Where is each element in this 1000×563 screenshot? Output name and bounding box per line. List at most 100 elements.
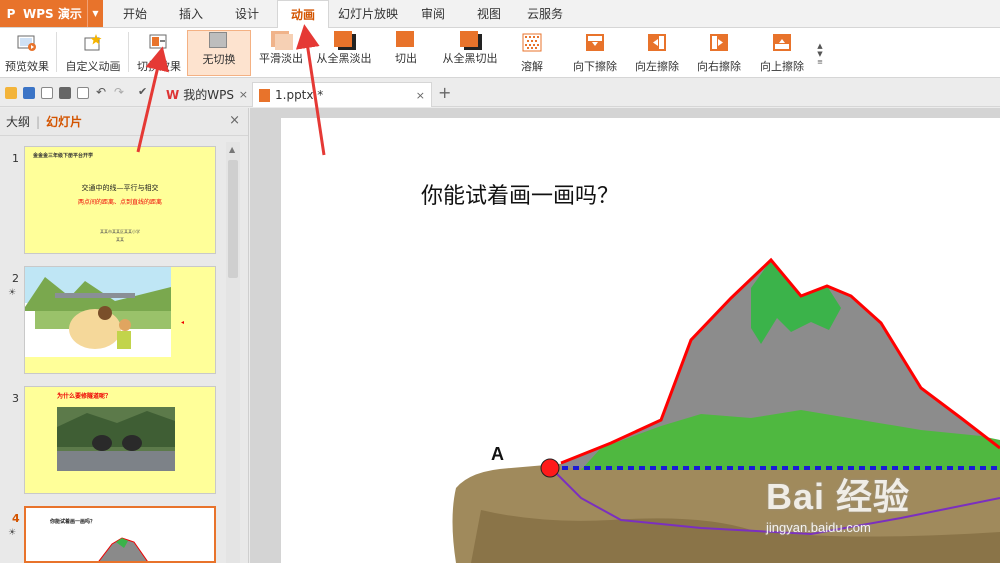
- transition-label: 平滑淡出: [259, 52, 303, 65]
- ribbon-divider: [56, 32, 57, 72]
- scrollbar-thumb[interactable]: [228, 160, 238, 278]
- open-icon[interactable]: [5, 87, 17, 99]
- transition-label: 向下擦除: [573, 60, 617, 73]
- thumb-footer: 某某市某某区某某小学: [100, 229, 140, 234]
- scroll-up-icon[interactable]: ▲: [229, 145, 235, 154]
- wipe-left-icon: [648, 34, 666, 51]
- preview-label: 预览效果: [5, 60, 49, 73]
- more-icon[interactable]: ≡: [817, 58, 823, 66]
- pptx-file-icon: [259, 88, 270, 102]
- new-tab-icon[interactable]: +: [438, 83, 451, 102]
- panel-header: 大纲 | 幻灯片: [0, 108, 248, 136]
- thumb-marker-icon: ◂: [181, 319, 185, 326]
- print-preview-icon[interactable]: [77, 87, 89, 99]
- ribbon-divider: [128, 32, 129, 72]
- transition-cut[interactable]: 切出: [384, 30, 428, 76]
- tab-slides[interactable]: 幻灯片: [46, 113, 82, 130]
- preview-effect-button[interactable]: 预览效果: [2, 30, 52, 76]
- slide-thumbnail-2[interactable]: ◂: [24, 266, 216, 374]
- transition-effect-label: 切换效果: [137, 60, 181, 73]
- wps-logo-icon: P: [6, 6, 16, 21]
- custom-animation-button[interactable]: 自定义动画: [62, 30, 124, 76]
- tab-pptx-label: 1.pptx *: [275, 88, 324, 102]
- transition-wipe-right[interactable]: 向右擦除: [692, 30, 746, 76]
- slide-thumbnail-4[interactable]: 你能试着画一画吗？: [24, 506, 216, 563]
- close-icon[interactable]: ×: [229, 113, 240, 128]
- transition-fade-black[interactable]: 从全黑淡出: [314, 30, 374, 76]
- dissolve-icon: [522, 33, 542, 52]
- thumb-header: 金金金三年级下册平台开学: [33, 153, 94, 159]
- slide-thumbnail-1[interactable]: 金金金三年级下册平台开学 交通中的线—平行与相交 两点间的距离、点到直线的距离 …: [24, 146, 216, 254]
- tab-view[interactable]: 视图: [466, 0, 512, 28]
- redo-icon[interactable]: ↷: [114, 85, 124, 99]
- transition-wipe-up[interactable]: 向上擦除: [754, 30, 810, 76]
- custom-animation-icon: [84, 34, 102, 51]
- baidu-watermark: Bai 经验 jingyan.baidu.com: [766, 468, 910, 535]
- tab-insert[interactable]: 插入: [168, 0, 214, 28]
- thumb-subtitle: 两点间的距离、点到直线的距离: [77, 199, 162, 206]
- tab-design[interactable]: 设计: [224, 0, 270, 28]
- thumb-mountain: [98, 537, 148, 561]
- transition-label: 从全黑淡出: [316, 52, 372, 65]
- cut-transition-icon: [394, 30, 418, 50]
- tab-review[interactable]: 审阅: [410, 0, 456, 28]
- panel-scrollbar[interactable]: ▲: [226, 142, 240, 563]
- print-icon[interactable]: [59, 87, 71, 99]
- transition-label: 向左擦除: [635, 60, 679, 73]
- slide-number: 3: [12, 392, 19, 405]
- tab-slideshow[interactable]: 幻灯片放映: [336, 0, 400, 28]
- transition-effect-button[interactable]: 切换效果: [132, 30, 186, 76]
- slide-thumbnail-3[interactable]: 为什么要修隧道呢？: [24, 386, 216, 494]
- undo-icon[interactable]: ↶: [96, 85, 106, 99]
- transition-label: 从全黑切出: [442, 52, 498, 65]
- export-icon[interactable]: [41, 87, 53, 99]
- thumb-footer: 某某: [116, 237, 124, 242]
- quick-toolbar: ↶ ↷ ✔ W 我的WPS × 1.pptx * × +: [0, 79, 1000, 107]
- point-a-label[interactable]: A: [491, 444, 504, 465]
- transition-effect-icon: [149, 34, 167, 49]
- save-icon[interactable]: [23, 87, 35, 99]
- close-icon[interactable]: ×: [416, 89, 425, 102]
- cut-black-transition-icon: [458, 30, 482, 50]
- transition-cut-black[interactable]: 从全黑切出: [438, 30, 502, 76]
- wipe-right-icon: [710, 34, 728, 51]
- app-name: WPS 演示: [23, 7, 82, 21]
- app-dropdown-icon[interactable]: ▼: [87, 0, 103, 27]
- transition-wipe-down[interactable]: 向下擦除: [568, 30, 622, 76]
- slide-number: 1: [12, 152, 19, 165]
- customize-icon[interactable]: ✔: [138, 85, 147, 98]
- animation-ribbon: 预览效果 自定义动画 切换效果 无切换 平滑淡出 从全黑淡出 切出 从全黑切出: [0, 28, 1000, 78]
- tab-animation[interactable]: 动画: [277, 0, 329, 29]
- transition-wipe-left[interactable]: 向左擦除: [630, 30, 684, 76]
- scroll-up-icon[interactable]: ▲: [817, 42, 822, 50]
- close-icon[interactable]: ×: [239, 88, 248, 101]
- thumb-tunnel-photo: [57, 407, 175, 471]
- watermark-main: Bai 经验: [766, 476, 911, 517]
- thumb-illustration: [25, 267, 171, 357]
- panel-tab-divider: |: [36, 114, 41, 129]
- transition-label: 向右擦除: [697, 60, 741, 73]
- animation-star-icon: ☀: [8, 288, 17, 298]
- app-menu-button[interactable]: P WPS 演示 ▼: [0, 0, 103, 27]
- ribbon-gallery-scroll[interactable]: ▲ ▼ ≡: [814, 42, 826, 72]
- tab-outline[interactable]: 大纲: [6, 113, 30, 130]
- transition-label: 溶解: [521, 60, 543, 73]
- tab-cloud[interactable]: 云服务: [520, 0, 570, 28]
- transition-none[interactable]: 无切换: [187, 30, 251, 76]
- wps-w-icon: W: [166, 87, 180, 102]
- point-a-marker: [540, 458, 560, 478]
- fade-transition-icon: [269, 30, 293, 50]
- thumb-title: 为什么要修隧道呢？: [57, 393, 112, 400]
- slide-number: 4: [12, 512, 20, 525]
- scroll-down-icon[interactable]: ▼: [817, 50, 822, 58]
- transition-dissolve[interactable]: 溶解: [510, 30, 554, 76]
- tab-pptx-file[interactable]: 1.pptx * ×: [252, 82, 432, 107]
- fade-black-transition-icon: [332, 30, 356, 50]
- tab-my-wps[interactable]: W 我的WPS ×: [160, 82, 254, 107]
- tab-home[interactable]: 开始: [112, 0, 158, 28]
- tab-my-wps-label: 我的WPS: [183, 88, 234, 102]
- transition-label: 无切换: [202, 53, 236, 66]
- wipe-down-icon: [586, 34, 604, 51]
- transition-smooth-fade[interactable]: 平滑淡出: [254, 30, 308, 76]
- transition-label: 向上擦除: [760, 60, 804, 73]
